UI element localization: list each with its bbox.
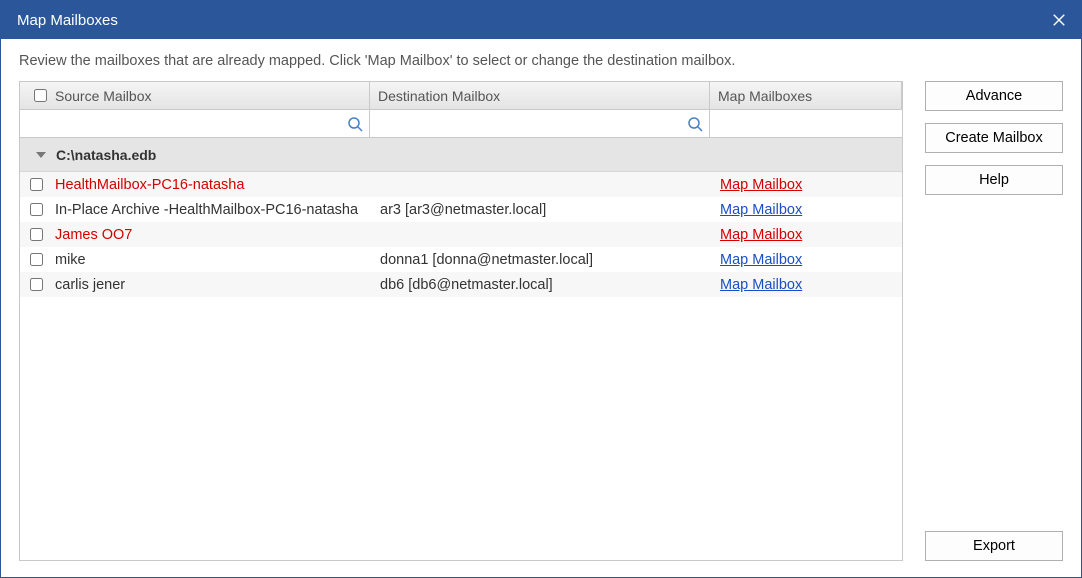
search-row [20, 110, 902, 138]
row-checkbox[interactable] [30, 253, 43, 266]
map-cell: Map Mailbox [720, 277, 902, 293]
map-mailbox-link[interactable]: Map Mailbox [720, 227, 802, 243]
table-row: carlis jener db6 [db6@netmaster.local]Map… [20, 272, 902, 297]
row-checkbox[interactable] [30, 203, 43, 216]
source-cell: mike [30, 252, 380, 268]
column-header-map-label: Map Mailboxes [718, 88, 812, 104]
map-mailbox-link[interactable]: Map Mailbox [720, 202, 802, 218]
destination-cell: db6 [db6@netmaster.local] [380, 277, 720, 293]
source-cell: James OO7 [30, 227, 380, 243]
table-row: mike donna1 [donna@netmaster.local]Map Ma… [20, 247, 902, 272]
table-body: HealthMailbox-PC16-natasha Map Mailbox In-… [20, 172, 902, 560]
content-area: Review the mailboxes that are already ma… [1, 39, 1081, 577]
source-text: In-Place Archive -HealthMailbox-PC16-nat… [55, 202, 358, 218]
row-checkbox[interactable] [30, 178, 43, 191]
column-header-map[interactable]: Map Mailboxes [710, 82, 902, 109]
map-cell: Map Mailbox [720, 252, 902, 268]
group-label: C:\natasha.edb [56, 147, 156, 163]
close-button[interactable] [1037, 1, 1081, 39]
table-header: Source Mailbox Destination Mailbox Map M… [20, 82, 902, 110]
map-mailbox-link[interactable]: Map Mailbox [720, 252, 802, 268]
table-row: In-Place Archive -HealthMailbox-PC16-nat… [20, 197, 902, 222]
source-cell: carlis jener [30, 277, 380, 293]
search-source-cell [20, 110, 370, 137]
window-title: Map Mailboxes [17, 12, 118, 29]
column-header-source[interactable]: Source Mailbox [20, 82, 370, 109]
column-header-destination-label: Destination Mailbox [378, 88, 500, 104]
destination-cell: donna1 [donna@netmaster.local] [380, 252, 720, 268]
table-row: James OO7 Map Mailbox [20, 222, 902, 247]
titlebar: Map Mailboxes [1, 1, 1081, 39]
help-button[interactable]: Help [925, 165, 1063, 195]
side-spacer [925, 207, 1063, 519]
table-row: HealthMailbox-PC16-natasha Map Mailbox [20, 172, 902, 197]
side-panel: Advance Create Mailbox Help Export [925, 81, 1063, 561]
search-destination-input[interactable] [376, 115, 703, 133]
instruction-text: Review the mailboxes that are already ma… [19, 53, 1063, 69]
search-destination-cell [370, 110, 710, 137]
source-cell: HealthMailbox-PC16-natasha [30, 177, 380, 193]
map-mailbox-link[interactable]: Map Mailbox [720, 177, 802, 193]
destination-cell: ar3 [ar3@netmaster.local] [380, 202, 720, 218]
create-mailbox-button[interactable]: Create Mailbox [925, 123, 1063, 153]
map-cell: Map Mailbox [720, 202, 902, 218]
source-text: carlis jener [55, 277, 125, 293]
advance-button[interactable]: Advance [925, 81, 1063, 111]
source-cell: In-Place Archive -HealthMailbox-PC16-nat… [30, 202, 380, 218]
search-icon [347, 116, 363, 132]
search-map-cell [710, 110, 902, 137]
source-text: HealthMailbox-PC16-natasha [55, 177, 244, 193]
map-mailbox-link[interactable]: Map Mailbox [720, 277, 802, 293]
search-source-input[interactable] [26, 115, 363, 133]
source-text: James OO7 [55, 227, 132, 243]
group-header[interactable]: C:\natasha.edb [20, 138, 902, 172]
row-checkbox[interactable] [30, 278, 43, 291]
column-header-destination[interactable]: Destination Mailbox [370, 82, 710, 109]
close-icon [1052, 13, 1066, 27]
export-button[interactable]: Export [925, 531, 1063, 561]
source-text: mike [55, 252, 86, 268]
map-cell: Map Mailbox [720, 227, 902, 243]
map-mailboxes-dialog: Map Mailboxes Review the mailboxes that … [0, 0, 1082, 578]
map-cell: Map Mailbox [720, 177, 902, 193]
chevron-down-icon [36, 152, 46, 158]
column-header-source-label: Source Mailbox [55, 88, 152, 104]
row-checkbox[interactable] [30, 228, 43, 241]
select-all-checkbox[interactable] [34, 89, 47, 102]
main-area: Source Mailbox Destination Mailbox Map M… [19, 81, 1063, 561]
search-icon [687, 116, 703, 132]
mailbox-table: Source Mailbox Destination Mailbox Map M… [19, 81, 903, 561]
